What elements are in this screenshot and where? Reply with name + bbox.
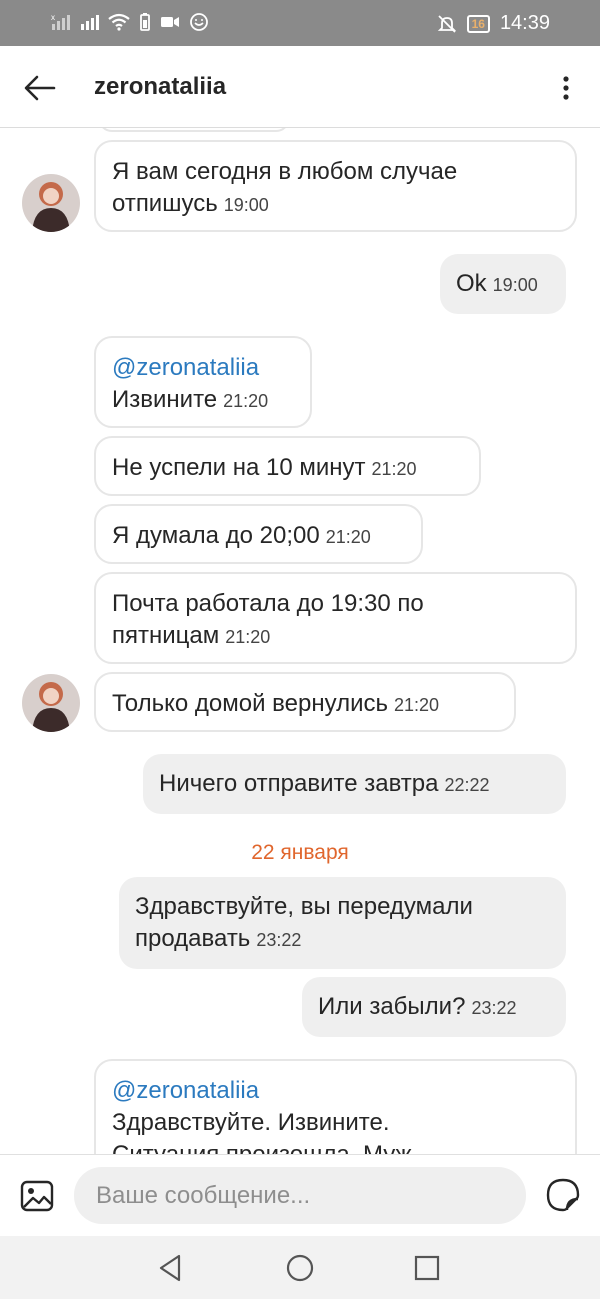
message-time: 21:20 [394, 695, 440, 715]
message-text-line2: отпишусь [112, 190, 218, 217]
status-bar: x 16 14:39 [0, 0, 600, 46]
video-icon [161, 17, 179, 27]
message-time: 21:20 [223, 391, 269, 411]
avatar[interactable] [22, 674, 80, 732]
message-text-line2: Ситуация произошла. Муж [112, 1141, 412, 1154]
mention-link[interactable]: @zeronataliia [112, 352, 294, 384]
message-bubble-incoming[interactable]: @zeronataliia Здравствуйте. Извините. Си… [94, 1059, 577, 1154]
mention-link[interactable]: @zeronataliia [112, 1075, 559, 1107]
status-icons-right: 16 14:39 [437, 12, 550, 35]
sticker-icon[interactable] [545, 1177, 581, 1213]
gallery-icon[interactable] [20, 1179, 54, 1213]
message-time: 23:22 [256, 930, 302, 950]
status-icons-left: x [50, 12, 209, 32]
svg-text:x: x [51, 13, 55, 22]
message-text: Ничего отправите завтра [159, 770, 439, 797]
message-bubble-outgoing[interactable]: Ok 19:00 [440, 254, 566, 314]
message-input-container[interactable] [74, 1167, 526, 1224]
wifi-icon [108, 13, 130, 31]
mute-notifications-icon [437, 14, 456, 33]
partial-message-bubble [98, 128, 290, 132]
chat-title[interactable]: zeronataliia [94, 73, 226, 101]
message-composer [0, 1154, 600, 1236]
back-arrow-icon[interactable] [22, 70, 58, 106]
message-text-line2: продавать [135, 925, 251, 952]
nav-back-icon[interactable] [155, 1252, 187, 1284]
message-time: 21:20 [371, 459, 417, 479]
message-text: Я думала до 20;00 [112, 522, 320, 549]
system-navigation-bar [0, 1236, 600, 1299]
message-list[interactable]: Я вам сегодня в любом случае отпишусь 19:… [0, 128, 600, 1154]
message-text-line2: пятницам [112, 622, 220, 649]
chat-header: zeronataliia [0, 46, 600, 128]
message-text: Только домой вернулись [112, 690, 388, 717]
message-text: Я вам сегодня в любом случае [112, 158, 458, 185]
message-time: 19:00 [223, 195, 269, 215]
message-bubble-outgoing[interactable]: Или забыли? 23:22 [302, 977, 566, 1037]
message-text: Почта работала до 19:30 по [112, 590, 424, 617]
message-time: 21:20 [325, 527, 371, 547]
message-text: Здравствуйте. Извините. [112, 1109, 390, 1136]
message-time: 21:20 [225, 627, 271, 647]
message-text: Или забыли? [318, 993, 466, 1020]
battery-saver-icon [140, 13, 150, 31]
message-time: 19:00 [492, 275, 538, 295]
message-bubble-incoming[interactable]: Я думала до 20;00 21:20 [94, 504, 423, 564]
message-bubble-incoming[interactable]: @zeronataliia Извините 21:20 [94, 336, 312, 428]
message-bubble-outgoing[interactable]: Здравствуйте, вы передумали продавать 23:… [119, 877, 566, 969]
message-time: 22:22 [444, 775, 490, 795]
avatar[interactable] [22, 174, 80, 232]
message-input[interactable] [74, 1167, 526, 1224]
message-bubble-incoming[interactable]: Я вам сегодня в любом случае отпишусь 19:… [94, 140, 577, 232]
no-sim-signal-icon: x [51, 13, 70, 30]
message-bubble-outgoing[interactable]: Ничего отправите завтра 22:22 [143, 754, 566, 814]
message-time: 23:22 [471, 998, 517, 1018]
nav-home-icon[interactable] [284, 1252, 316, 1284]
message-bubble-incoming[interactable]: Почта работала до 19:30 по пятницам 21:20 [94, 572, 577, 664]
more-options-icon[interactable] [556, 74, 576, 102]
date-separator: 22 января [251, 841, 349, 864]
clock: 14:39 [499, 12, 550, 34]
message-text: Ok [456, 270, 487, 297]
message-bubble-incoming[interactable]: Только домой вернулись 21:20 [94, 672, 516, 732]
message-text: Извините [112, 386, 218, 413]
message-text: Не успели на 10 минут [112, 454, 366, 481]
battery-indicator: 16 [466, 14, 490, 33]
message-text: Здравствуйте, вы передумали [135, 893, 473, 920]
nav-recents-icon[interactable] [411, 1252, 443, 1284]
emoji-app-icon [190, 13, 208, 31]
signal-icon [81, 15, 99, 30]
message-bubble-incoming[interactable]: Не успели на 10 минут 21:20 [94, 436, 481, 496]
